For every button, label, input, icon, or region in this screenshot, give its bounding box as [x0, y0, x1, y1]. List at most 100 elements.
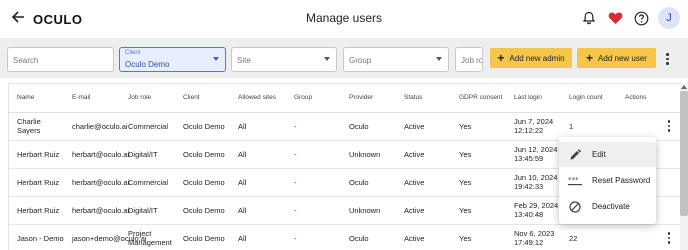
- cell-group: -: [286, 112, 341, 141]
- chevron-down-icon: [436, 57, 442, 61]
- avatar[interactable]: J: [658, 7, 680, 29]
- add-admin-label: Add new admin: [509, 53, 565, 63]
- cell-email: herbart@oculo.ai: [64, 168, 129, 197]
- cell-allowed-sites: All: [230, 224, 286, 250]
- cell-jobrole: Commercial: [120, 112, 175, 141]
- site-placeholder: Site: [237, 56, 251, 65]
- block-icon: [568, 200, 582, 214]
- cell-allowed-sites: All: [230, 196, 286, 225]
- table-row[interactable]: Charlie Sayers charlie@oculo.ai Commerci…: [9, 112, 680, 141]
- menu-item-deactivate-label: Deactivate: [592, 202, 630, 211]
- table-header-row: Name E-mail Job role Client Allowed site…: [9, 84, 680, 113]
- scroll-up-arrow-icon[interactable]: [681, 85, 687, 89]
- cell-actions: [617, 224, 680, 250]
- col-header-jobrole[interactable]: Job role: [120, 84, 175, 113]
- cell-status: Active: [396, 224, 451, 250]
- cell-client: Oculo Demo: [175, 112, 230, 141]
- cell-group: -: [286, 168, 341, 197]
- cell-name: Herbart Ruiz: [9, 140, 64, 169]
- group-select[interactable]: Group: [343, 47, 449, 72]
- menu-item-edit[interactable]: Edit: [559, 142, 656, 167]
- cell-provider: Unknown: [341, 196, 396, 225]
- scrollbar-thumb[interactable]: [680, 91, 688, 216]
- col-header-client[interactable]: Client: [175, 84, 230, 113]
- more-options-icon[interactable]: [666, 53, 669, 65]
- add-user-label: Add new user: [598, 53, 647, 63]
- cell-email: herbart@oculo.ai: [64, 196, 129, 225]
- row-actions-icon[interactable]: [637, 232, 680, 244]
- menu-item-edit-label: Edit: [592, 150, 606, 159]
- password-icon: ***: [568, 174, 582, 188]
- cell-gdpr: Yes: [451, 140, 506, 169]
- cell-last-login: Nov 6, 2023 17:49:12: [506, 224, 561, 250]
- cell-allowed-sites: All: [230, 168, 286, 197]
- col-header-group[interactable]: Group: [286, 84, 341, 113]
- site-select[interactable]: Site: [231, 47, 337, 72]
- top-icons: J: [580, 7, 680, 29]
- cell-name: Herbart Ruiz: [9, 196, 64, 225]
- col-header-actions: Actions: [617, 84, 680, 113]
- cell-provider: Oculo: [341, 112, 396, 141]
- cell-group: -: [286, 224, 341, 250]
- cell-last-login: Jun 10, 2024 19:42:33: [506, 168, 561, 197]
- cell-gdpr: Yes: [451, 168, 506, 197]
- menu-item-reset-label: Reset Password: [592, 176, 651, 185]
- search-input[interactable]: Search: [7, 47, 114, 72]
- cell-name: Jason - Demo: [9, 224, 64, 250]
- plus-icon: +: [497, 51, 505, 65]
- cell-gdpr: Yes: [451, 196, 506, 225]
- pencil-icon: [568, 148, 582, 162]
- search-placeholder: Search: [13, 56, 39, 65]
- cell-jobrole: Project Management: [120, 224, 175, 250]
- col-header-allowed-sites[interactable]: Allowed sites: [230, 84, 286, 113]
- cell-login-count: 1: [561, 112, 617, 141]
- cell-last-login: Jun 7, 2024 12:12:22: [506, 112, 561, 141]
- add-admin-button[interactable]: + Add new admin: [490, 48, 572, 68]
- row-actions-icon[interactable]: [637, 120, 680, 132]
- jobrole-placeholder: Job role: [461, 56, 483, 65]
- cell-last-login: Feb 29, 2024 13:40:48: [506, 196, 561, 225]
- help-icon[interactable]: [632, 9, 650, 27]
- top-bar: OCULO Manage users J: [0, 0, 688, 38]
- cell-jobrole: Digital/IT: [120, 140, 175, 169]
- cell-email: herbart@oculo.ai: [64, 140, 129, 169]
- cell-provider: Unknown: [341, 140, 396, 169]
- menu-item-deactivate[interactable]: Deactivate: [559, 194, 656, 219]
- col-header-gdpr[interactable]: GDPR consent: [451, 84, 506, 113]
- cell-name: Charlie Sayers: [9, 112, 64, 141]
- client-select[interactable]: Client Oculo Demo: [119, 47, 226, 72]
- cell-group: -: [286, 196, 341, 225]
- menu-item-reset-password[interactable]: *** Reset Password: [559, 168, 656, 193]
- plus-icon: +: [586, 51, 594, 65]
- heart-icon[interactable]: [606, 9, 624, 27]
- col-header-provider[interactable]: Provider: [341, 84, 396, 113]
- cell-last-login: Jun 12, 2024 13:45:59: [506, 140, 561, 169]
- cell-provider: Oculo: [341, 168, 396, 197]
- client-value: Oculo Demo: [125, 60, 170, 69]
- cell-gdpr: Yes: [451, 112, 506, 141]
- row-actions-menu: Edit *** Reset Password Deactivate: [559, 137, 656, 224]
- svg-text:***: ***: [568, 176, 579, 184]
- cell-client: Oculo Demo: [175, 168, 230, 197]
- table-row[interactable]: Jason - Demo jason+demo@oculo.ai Project…: [9, 224, 680, 250]
- cell-jobrole: Commercial: [120, 168, 175, 197]
- jobrole-select[interactable]: Job role: [455, 47, 483, 72]
- cell-status: Active: [396, 112, 451, 141]
- cell-allowed-sites: All: [230, 112, 286, 141]
- chevron-down-icon: [213, 57, 219, 61]
- bell-icon[interactable]: [580, 9, 598, 27]
- cell-group: -: [286, 140, 341, 169]
- cell-email: jason+demo@oculo.ai: [64, 224, 147, 250]
- cell-email: charlie@oculo.ai: [64, 112, 128, 141]
- cell-name: Herbart Ruiz: [9, 168, 64, 197]
- col-header-last-login[interactable]: Last login: [506, 84, 561, 113]
- col-header-name[interactable]: Name: [9, 84, 64, 113]
- col-header-status[interactable]: Status: [396, 84, 451, 113]
- cell-actions: [617, 112, 680, 141]
- col-header-login-count[interactable]: Login count: [561, 84, 617, 113]
- cell-gdpr: Yes: [451, 224, 506, 250]
- cell-login-count: 22: [561, 224, 617, 250]
- chevron-down-icon: [324, 57, 330, 61]
- col-header-email[interactable]: E-mail: [64, 84, 120, 113]
- add-user-button[interactable]: + Add new user: [577, 48, 656, 68]
